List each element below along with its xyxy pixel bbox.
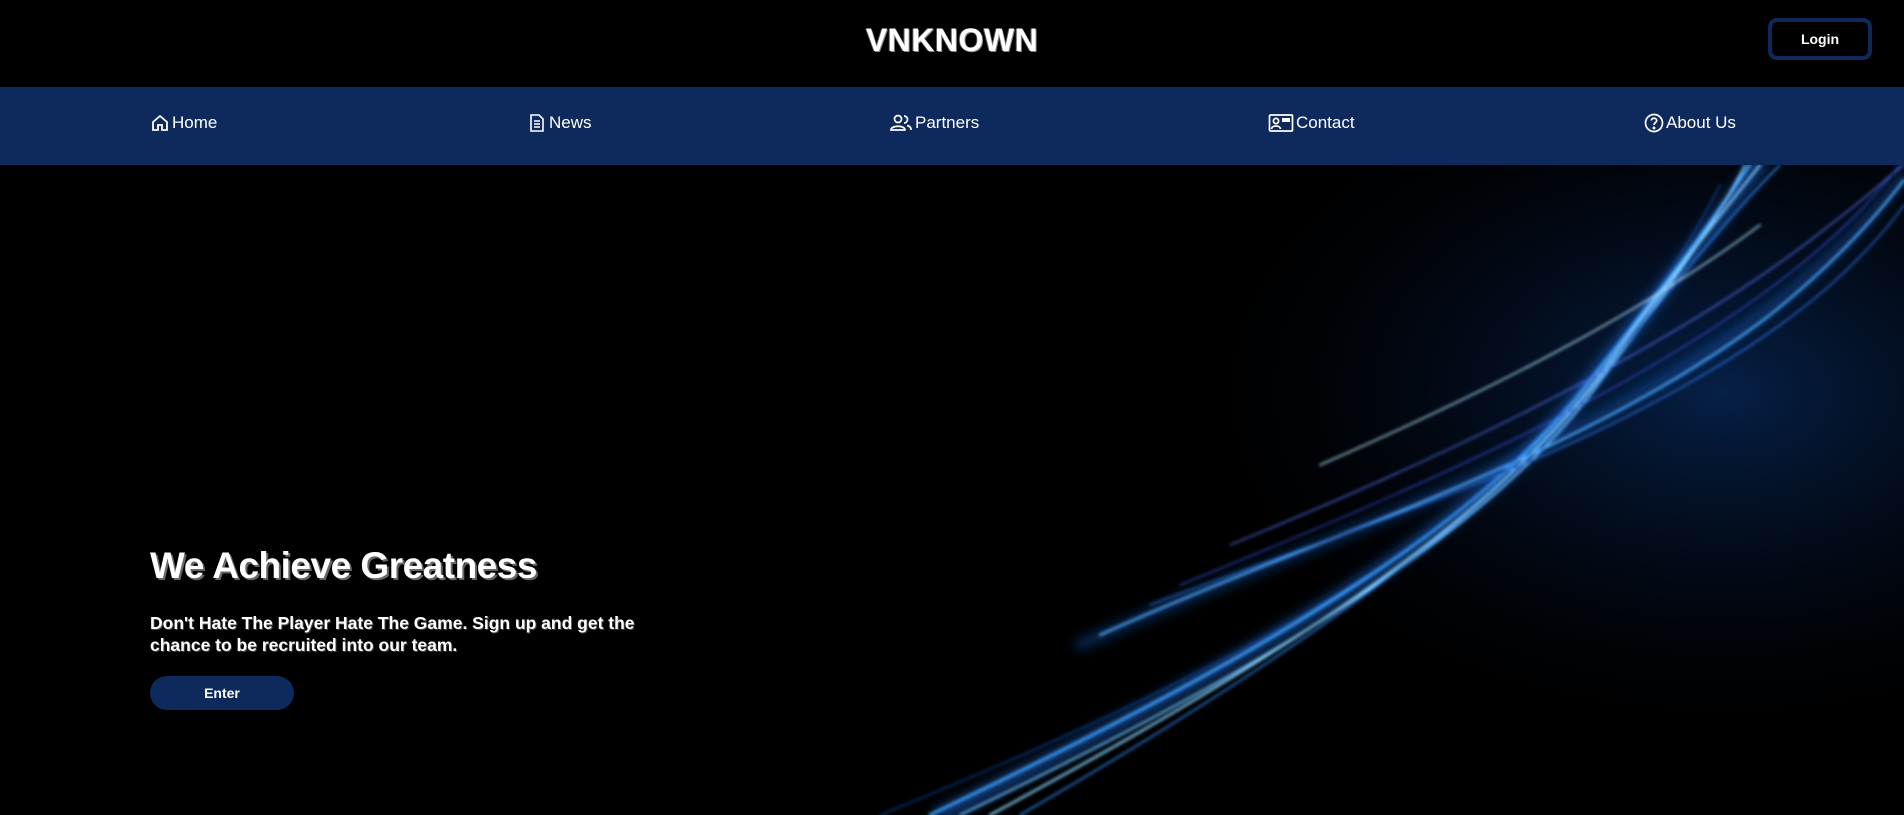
question-circle-icon [1644,113,1664,133]
nav-item-contact[interactable]: Contact [1268,113,1355,133]
nav-item-label: News [549,113,592,132]
nav-item-news[interactable]: News [527,113,592,133]
nav-item-label: Contact [1296,113,1355,132]
nav-item-partners[interactable]: Partners [889,113,979,133]
hero-subtitle: Don't Hate The Player Hate The Game. Sig… [150,613,635,655]
nav-item-home[interactable]: Home [150,113,217,133]
login-button[interactable]: Login [1768,18,1872,60]
users-icon [889,113,913,133]
main-nav: Home News Partners Contact About Us [0,87,1904,165]
nav-item-label: Partners [915,113,980,132]
brand-logo-text[interactable]: VNKNOWN [0,22,1904,59]
nav-item-label: Home [172,113,218,132]
home-icon [150,113,170,133]
contact-card-icon [1268,113,1294,133]
nav-item-about-us[interactable]: About Us [1644,113,1736,133]
document-icon [527,113,547,133]
nav-item-label: About Us [1666,113,1736,132]
enter-button[interactable]: Enter [150,676,294,710]
top-header: VNKNOWN Login [0,0,1904,87]
hero-section: We Achieve Greatness Don't Hate The Play… [0,165,1904,815]
hero-title: We Achieve Greatness [150,545,537,586]
light-streaks-background [879,165,1904,815]
page: VNKNOWN Login Home News Partners Contact… [0,0,1904,815]
